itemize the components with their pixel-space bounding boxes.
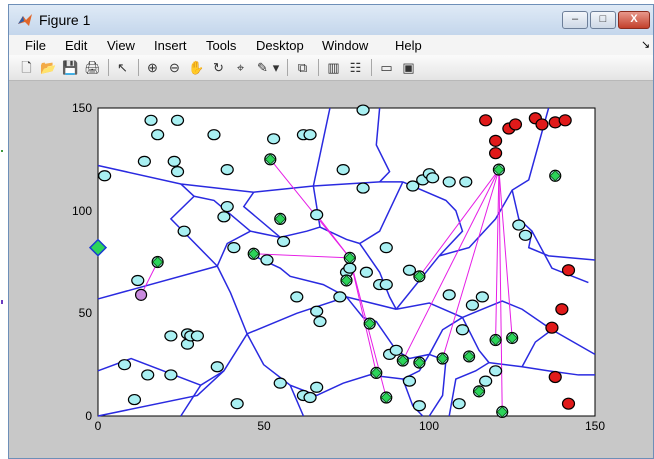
cyan-point [303,391,317,404]
cyan-point [479,375,493,387]
cyan-point [227,242,241,254]
cyan-point [220,164,234,176]
red-point [489,134,503,147]
cyan-point [217,211,231,223]
red-point [561,264,576,277]
cyan-point [170,166,185,178]
cyan-point [164,330,178,342]
cyan-point [170,114,185,126]
red-point [508,118,523,131]
plot-canvas[interactable]: 0 50 100 150 0 50 100 150 [0,0,654,459]
y-tick-label: 0 [85,409,92,423]
cyan-point [412,400,426,412]
red-point [535,118,549,131]
red-point [479,114,493,127]
cyan-point [230,398,244,410]
cyan-point [260,254,274,266]
cyan-point [290,291,304,303]
cyan-point [379,242,393,254]
cyan-point [303,129,317,141]
cyan-point [310,381,324,393]
cyan-point [465,299,480,311]
cyan-point [273,377,287,389]
red-point [561,397,576,410]
cyan-point [402,375,417,387]
cyan-point [98,170,112,182]
y-tick-label: 100 [72,204,92,218]
x-tick-label: 150 [585,419,605,433]
red-point [489,147,503,160]
y-tick-label: 150 [72,101,92,115]
cyan-point [267,133,281,145]
cyan-point [141,369,155,381]
red-point [545,321,559,334]
cyan-point [333,291,347,303]
cyan-point [442,176,456,188]
cyan-point [512,219,526,231]
x-tick-label: 50 [257,419,271,433]
cyan-point [131,274,145,287]
cyan-point [310,209,324,221]
cyan-point [177,225,191,237]
x-tick-label: 100 [419,419,439,433]
cyan-point [343,262,357,274]
cyan-point [151,129,165,141]
cyan-point [276,235,291,248]
cyan-point [210,361,224,373]
y-tick-label: 50 [79,306,93,320]
cyan-point [313,315,327,328]
purple-point [134,288,148,301]
cyan-point [379,278,393,291]
cyan-point [137,155,151,167]
cyan-point [117,359,132,371]
red-point [548,370,562,384]
cyan-point [336,164,350,176]
cyan-point [167,155,181,167]
cyan-point [475,291,489,303]
cyan-point [402,264,417,276]
cyan-point [389,344,403,356]
cyan-point [356,104,370,116]
cyan-point [144,114,158,126]
cyan-point [442,289,456,301]
cyan-point [310,305,324,317]
cyan-point [459,176,473,188]
cyan-point [127,393,142,406]
cyan-point [190,330,204,342]
cyan-point [220,200,234,213]
cyan-point [426,172,440,184]
cyan-point [359,266,373,278]
cyan-point [489,365,503,377]
red-point [555,303,569,316]
cyan-point [207,129,221,141]
cyan-point [356,182,370,194]
cyan-point [164,369,178,381]
x-tick-label: 0 [95,419,102,433]
cyan-point [518,229,533,241]
cyan-point [452,398,466,410]
red-point [558,114,572,127]
cyan-point [455,324,470,336]
